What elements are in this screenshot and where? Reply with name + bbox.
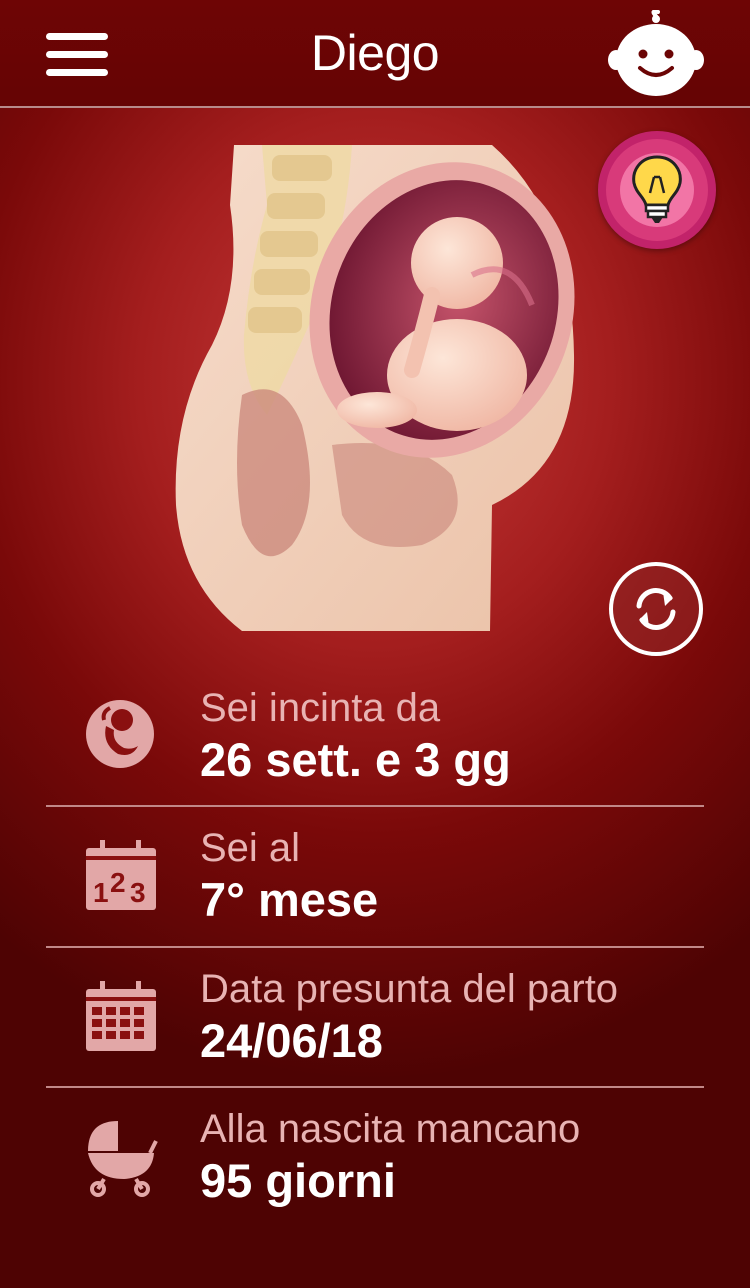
stat-label: Data presunta del parto bbox=[200, 967, 619, 1011]
stat-value: 7° mese bbox=[200, 873, 379, 926]
fetus-circle-icon bbox=[86, 700, 154, 768]
stat-label: Alla nascita mancano bbox=[200, 1107, 581, 1151]
calendar-123-icon: 1 2 3 bbox=[86, 840, 156, 910]
baby-face-icon bbox=[608, 9, 704, 96]
profile-button[interactable] bbox=[606, 9, 706, 100]
baby-stroller-icon bbox=[88, 1121, 158, 1197]
svg-text:1: 1 bbox=[93, 877, 109, 908]
switch-view-button[interactable] bbox=[609, 562, 703, 656]
divider bbox=[46, 1086, 704, 1088]
stat-value: 95 giorni bbox=[200, 1154, 396, 1207]
stat-value: 26 sett. e 3 gg bbox=[200, 733, 511, 786]
svg-text:2: 2 bbox=[110, 867, 126, 898]
stat-label: Sei al bbox=[200, 826, 301, 870]
divider bbox=[46, 946, 704, 948]
refresh-arrows-icon bbox=[636, 588, 676, 630]
tips-button[interactable] bbox=[598, 131, 716, 249]
stat-row-current-month: 1 2 3 Sei al 7° mese bbox=[46, 822, 704, 932]
stat-value: 24/06/18 bbox=[200, 1014, 383, 1067]
divider bbox=[46, 805, 704, 807]
svg-text:3: 3 bbox=[130, 877, 146, 908]
stat-row-pregnancy-duration: Sei incinta da 26 sett. e 3 gg bbox=[46, 682, 704, 792]
pregnancy-illustration bbox=[175, 145, 575, 631]
stat-row-due-date: Data presunta del parto 24/06/18 bbox=[46, 963, 704, 1073]
stat-label: Sei incinta da bbox=[200, 686, 441, 730]
stat-row-days-left: Alla nascita mancano 95 giorni bbox=[46, 1103, 704, 1213]
app-header: Diego bbox=[0, 0, 750, 108]
calendar-grid-icon bbox=[86, 981, 156, 1051]
lightbulb-icon bbox=[632, 155, 682, 223]
